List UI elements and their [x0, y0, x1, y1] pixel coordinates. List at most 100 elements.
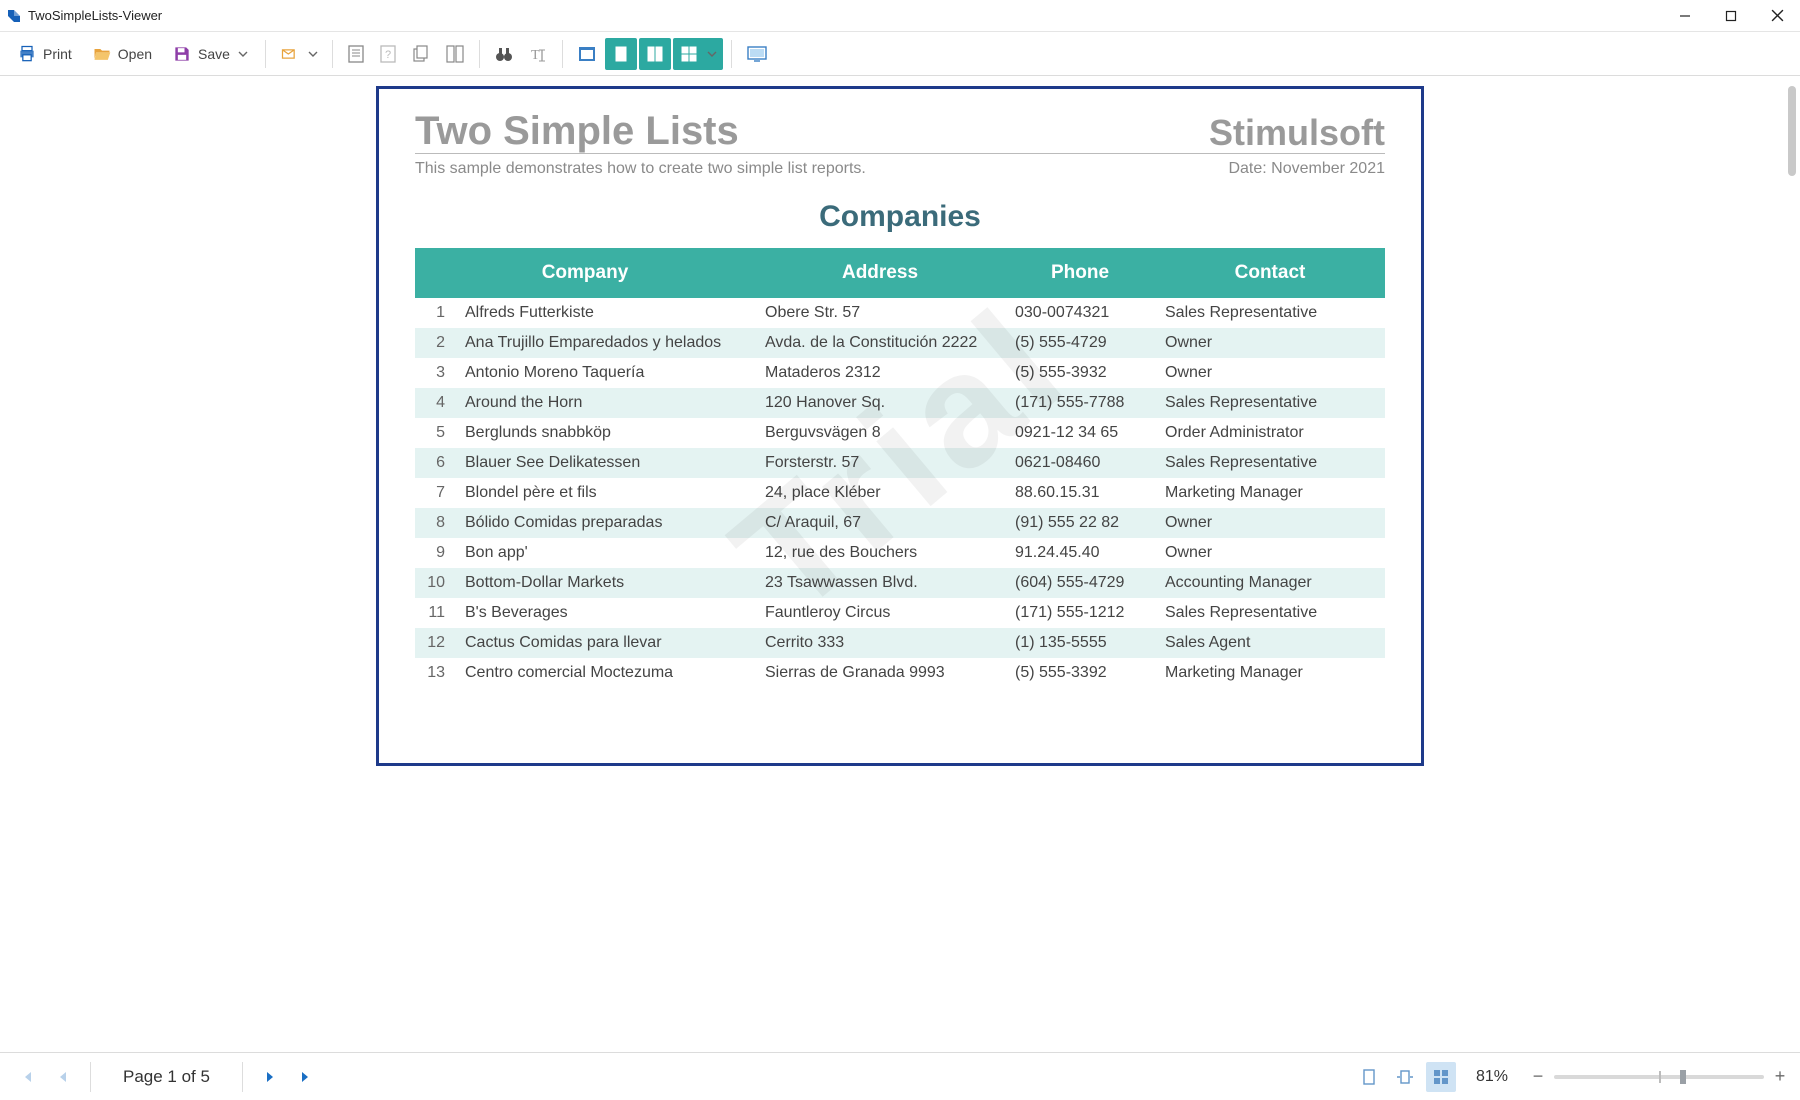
binoculars-icon: [494, 44, 514, 64]
col-address: Address: [755, 248, 1005, 298]
cell-address: Obere Str. 57: [755, 298, 1005, 328]
table-row: 4Around the Horn120 Hanover Sq.(171) 555…: [415, 388, 1385, 418]
cell-company: Centro comercial Moctezuma: [455, 658, 755, 688]
cell-phone: (1) 135-5555: [1005, 628, 1155, 658]
cell-address: Berguvsvägen 8: [755, 418, 1005, 448]
save-button[interactable]: Save: [163, 38, 257, 70]
thumbnails-button[interactable]: [439, 38, 471, 70]
open-button[interactable]: Open: [83, 38, 161, 70]
print-button[interactable]: Print: [8, 38, 81, 70]
cell-contact: Order Administrator: [1155, 418, 1385, 448]
cell-contact: Owner: [1155, 538, 1385, 568]
cell-company: Berglunds snabbköp: [455, 418, 755, 448]
app-icon: [6, 8, 22, 24]
continuous-button[interactable]: [639, 38, 671, 70]
row-number: 7: [415, 478, 455, 508]
table-row: 11B's BeveragesFauntleroy Circus(171) 55…: [415, 598, 1385, 628]
zoom-level: 81%: [1462, 1068, 1522, 1086]
row-number: 8: [415, 508, 455, 538]
cell-contact: Sales Representative: [1155, 448, 1385, 478]
resources-button[interactable]: [405, 38, 437, 70]
cell-company: Bon app': [455, 538, 755, 568]
maximize-button[interactable]: [1708, 0, 1754, 32]
prev-page-button[interactable]: [46, 1060, 80, 1094]
parameters-button[interactable]: ?: [373, 38, 403, 70]
cell-company: Bottom-Dollar Markets: [455, 568, 755, 598]
zoom-in-button[interactable]: +: [1770, 1067, 1790, 1087]
svg-text:T: T: [531, 48, 540, 63]
row-number: 10: [415, 568, 455, 598]
row-number: 6: [415, 448, 455, 478]
text-editor-button[interactable]: T: [522, 38, 554, 70]
separator: [479, 40, 480, 68]
cell-address: 12, rue des Bouchers: [755, 538, 1005, 568]
first-page-button[interactable]: [10, 1060, 44, 1094]
save-icon: [172, 44, 192, 64]
table-row: 12Cactus Comidas para llevarCerrito 333(…: [415, 628, 1385, 658]
open-icon: [92, 44, 112, 64]
send-email-button[interactable]: [274, 38, 324, 70]
separator: [242, 1062, 243, 1092]
table-row: 3Antonio Moreno TaqueríaMataderos 2312(5…: [415, 358, 1385, 388]
table-row: 7Blondel père et fils24, place Kléber88.…: [415, 478, 1385, 508]
zoom-page-width-button[interactable]: [1390, 1062, 1420, 1092]
minimize-button[interactable]: [1662, 0, 1708, 32]
cell-company: Antonio Moreno Taquería: [455, 358, 755, 388]
pages-icon: [411, 44, 431, 64]
next-page-button[interactable]: [253, 1060, 287, 1094]
cell-company: B's Beverages: [455, 598, 755, 628]
cell-phone: (5) 555-3392: [1005, 658, 1155, 688]
cell-contact: Marketing Manager: [1155, 478, 1385, 508]
page-indicator: Page 1 of 5: [101, 1067, 232, 1087]
cell-company: Alfreds Futterkiste: [455, 298, 755, 328]
cell-phone: 88.60.15.31: [1005, 478, 1155, 508]
single-page-button[interactable]: [605, 38, 637, 70]
row-number: 11: [415, 598, 455, 628]
fullscreen-icon: [577, 44, 597, 64]
cell-address: 23 Tsawwassen Blvd.: [755, 568, 1005, 598]
cell-address: C/ Araquil, 67: [755, 508, 1005, 538]
zoom-out-button[interactable]: −: [1528, 1067, 1548, 1087]
slider-thumb[interactable]: [1680, 1070, 1686, 1084]
row-number: 2: [415, 328, 455, 358]
dot-matrix-button[interactable]: [740, 38, 774, 70]
col-contact: Contact: [1155, 248, 1385, 298]
last-page-button[interactable]: [289, 1060, 323, 1094]
close-button[interactable]: [1754, 0, 1800, 32]
full-screen-button[interactable]: [571, 38, 603, 70]
viewer-area[interactable]: Trial Two Simple Lists Stimulsoft This s…: [0, 76, 1800, 1052]
cell-contact: Owner: [1155, 328, 1385, 358]
section-title: Companies: [415, 200, 1385, 234]
cell-contact: Owner: [1155, 358, 1385, 388]
table-row: 10Bottom-Dollar Markets23 Tsawwassen Blv…: [415, 568, 1385, 598]
row-number: 13: [415, 658, 455, 688]
cell-company: Bólido Comidas preparadas: [455, 508, 755, 538]
data-table: Company Address Phone Contact 1Alfreds F…: [415, 248, 1385, 688]
row-number: 9: [415, 538, 455, 568]
scrollbar-thumb[interactable]: [1788, 86, 1796, 176]
svg-text:?: ?: [385, 49, 391, 61]
cell-phone: 91.24.45.40: [1005, 538, 1155, 568]
zoom-slider[interactable]: [1554, 1075, 1764, 1079]
separator: [562, 40, 563, 68]
cell-contact: Accounting Manager: [1155, 568, 1385, 598]
chevron-down-icon: [308, 49, 318, 59]
page-icon: [347, 44, 365, 64]
multipage-button[interactable]: [673, 38, 723, 70]
zoom-single-page-button[interactable]: [1354, 1062, 1384, 1092]
bookmarks-button[interactable]: [341, 38, 371, 70]
find-button[interactable]: [488, 38, 520, 70]
row-number: 12: [415, 628, 455, 658]
thumbs-icon: [445, 44, 465, 64]
cell-company: Ana Trujillo Emparedados y helados: [455, 328, 755, 358]
print-label: Print: [43, 46, 72, 62]
continuous-icon: [645, 44, 665, 64]
row-number: 1: [415, 298, 455, 328]
zoom-multi-page-button[interactable]: [1426, 1062, 1456, 1092]
cell-address: Cerrito 333: [755, 628, 1005, 658]
chevron-down-icon: [707, 49, 717, 59]
cell-phone: (171) 555-7788: [1005, 388, 1155, 418]
cell-phone: 0921-12 34 65: [1005, 418, 1155, 448]
separator: [265, 40, 266, 68]
table-row: 9Bon app'12, rue des Bouchers91.24.45.40…: [415, 538, 1385, 568]
